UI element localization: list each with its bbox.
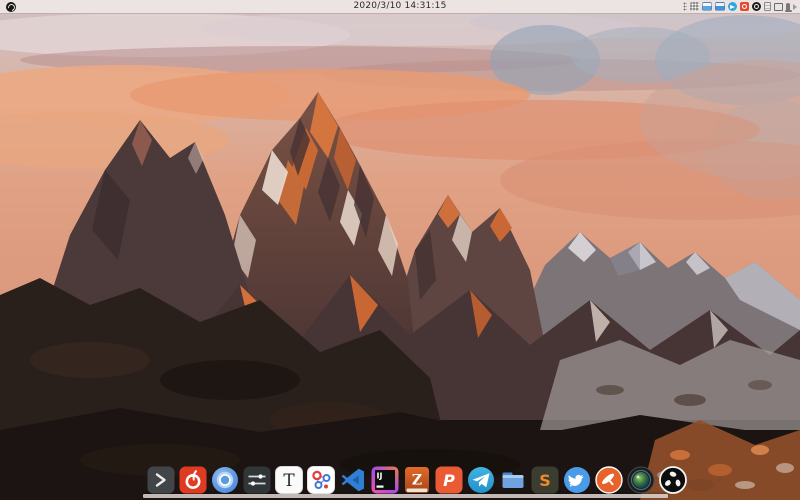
- dock-item-intellij-idea[interactable]: IJ: [370, 465, 400, 495]
- crossover-icon: [594, 465, 624, 495]
- clipboard-tray-icon[interactable]: [764, 2, 771, 11]
- dock-item-baidu-netdisk[interactable]: [306, 465, 336, 495]
- svg-text:P: P: [443, 471, 455, 490]
- dock-item-settings[interactable]: [242, 465, 272, 495]
- input-method-panel-icon[interactable]: [715, 2, 725, 11]
- tray-handle-icon[interactable]: [683, 2, 687, 11]
- svg-text:IJ: IJ: [377, 472, 383, 481]
- baidu-netdisk-icon: [306, 465, 336, 495]
- dock-item-wps-presentation[interactable]: P: [434, 465, 464, 495]
- dock-item-typora[interactable]: T: [274, 465, 304, 495]
- vscode-icon: [338, 465, 368, 495]
- launcher-menu-icon[interactable]: [6, 2, 16, 12]
- sublime-text-icon: S: [530, 465, 560, 495]
- dock-item-zotero[interactable]: Z: [402, 465, 432, 495]
- twitter-icon: [562, 465, 592, 495]
- menubar: 2020/3/10 14:31:15: [0, 0, 800, 14]
- svg-text:T: T: [283, 471, 295, 491]
- obs-tray-icon[interactable]: [752, 2, 761, 11]
- dock-item-twitter[interactable]: [562, 465, 592, 495]
- svg-text:S: S: [539, 471, 551, 490]
- display-tray-icon[interactable]: [774, 3, 783, 11]
- dock-item-vscode[interactable]: [338, 465, 368, 495]
- camera-lens-icon: [626, 465, 656, 495]
- clock[interactable]: 2020/3/10 14:31:15: [353, 0, 446, 13]
- dock-item-camera[interactable]: [626, 465, 656, 495]
- dock-item-sublime-text[interactable]: S: [530, 465, 560, 495]
- dock-item-terminal[interactable]: [146, 465, 176, 495]
- settings-sliders-icon: [242, 465, 272, 495]
- chromium-icon: [210, 465, 240, 495]
- terminal-icon: [146, 465, 176, 495]
- dock-item-obs-studio[interactable]: [658, 465, 688, 495]
- obs-studio-icon: [658, 465, 688, 495]
- typora-icon: T: [274, 465, 304, 495]
- netease-music-icon: [178, 465, 208, 495]
- audio-tray-icon[interactable]: [786, 3, 790, 11]
- dock-item-crossover[interactable]: [594, 465, 624, 495]
- zotero-icon: Z: [402, 465, 432, 495]
- svg-text:Z: Z: [412, 473, 422, 489]
- input-method-icon[interactable]: [702, 2, 712, 11]
- system-tray: [683, 0, 797, 13]
- desktop: 2020/3/10 14:31:15: [0, 0, 800, 500]
- dock-item-file-manager[interactable]: [498, 465, 528, 495]
- wps-presentation-icon: P: [434, 465, 464, 495]
- netease-tray-icon[interactable]: [740, 2, 749, 11]
- dock: T: [146, 465, 688, 495]
- wallpaper-mountain: [0, 0, 800, 500]
- telegram-tray-icon[interactable]: [728, 2, 737, 11]
- dock-item-telegram[interactable]: [466, 465, 496, 495]
- dock-item-chromium[interactable]: [210, 465, 240, 495]
- intellij-idea-icon: IJ: [370, 465, 400, 495]
- telegram-icon: [466, 465, 496, 495]
- keyboard-indicator-icon[interactable]: [690, 2, 699, 11]
- folder-icon: [498, 465, 528, 495]
- dock-item-netease-music[interactable]: [178, 465, 208, 495]
- panel-expand-arrow-icon[interactable]: [793, 4, 797, 10]
